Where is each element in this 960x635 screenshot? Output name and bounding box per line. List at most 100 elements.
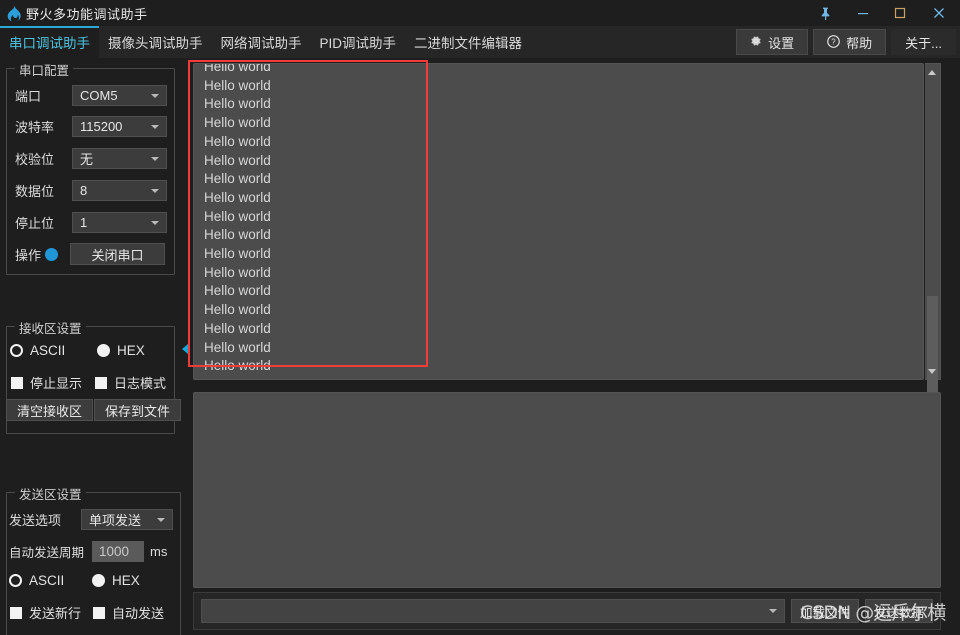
chevron-down-icon	[768, 609, 777, 613]
log-mode-checkbox[interactable]: 日志模式	[95, 373, 166, 392]
baudrate-combo[interactable]: 115200	[72, 116, 167, 137]
send-textarea[interactable]	[193, 392, 941, 588]
clear-receive-button[interactable]: 清空接收区	[6, 399, 93, 421]
receive-textarea[interactable]: Hello world Hello world Hello world Hell…	[193, 63, 924, 380]
receive-line: Hello world	[204, 339, 271, 355]
maximize-button[interactable]	[881, 0, 918, 26]
receive-line: Hello world	[204, 358, 271, 374]
auto-period-unit: ms	[150, 544, 168, 559]
databits-row: 数据位 8	[15, 180, 167, 201]
tab-binary-editor[interactable]: 二进制文件编辑器	[405, 26, 531, 58]
auto-send-checkbox[interactable]: 自动发送	[93, 603, 164, 622]
sidebar: 串口配置 端口 COM5 波特率 115200 校验位 无 数据位 8 停止位 …	[0, 58, 181, 635]
auto-send-label: 自动发送	[112, 606, 165, 621]
checkbox-indicator	[95, 376, 107, 389]
settings-button[interactable]: 设置	[736, 29, 809, 55]
about-label: 关于...	[905, 35, 942, 51]
port-row: 端口 COM5	[15, 85, 167, 106]
save-to-file-button[interactable]: 保存到文件	[94, 399, 181, 421]
toolbar-buttons: 设置 ? 帮助 关于...	[736, 29, 956, 55]
scroll-up-arrow-icon[interactable]	[925, 65, 939, 79]
log-mode-label: 日志模式	[114, 376, 167, 391]
load-file-label: 加载文件	[799, 605, 850, 620]
close-button[interactable]	[918, 0, 960, 26]
title-bar: 野火多功能调试助手	[0, 0, 960, 26]
port-value: COM5	[80, 88, 118, 103]
receive-scrollbar[interactable]	[925, 63, 941, 541]
tab-camera-debug[interactable]: 摄像头调试助手	[99, 26, 212, 58]
send-ascii-label: ASCII	[29, 573, 65, 588]
receive-settings-legend: 接收区设置	[15, 318, 86, 337]
receive-line: Hello world	[204, 227, 271, 243]
bottom-bar: 加载文件 发送数据	[193, 592, 941, 630]
tab-pid-debug[interactable]: PID调试助手	[311, 26, 406, 58]
databits-value: 8	[80, 183, 88, 198]
send-hex-radio[interactable]: HEX	[92, 573, 140, 588]
auto-period-label: 自动发送周期	[9, 546, 85, 560]
baudrate-value: 115200	[80, 119, 123, 134]
send-option-row: 发送选项 单项发送	[9, 509, 173, 530]
send-option-combo[interactable]: 单项发送	[81, 509, 173, 530]
load-file-button[interactable]: 加载文件	[790, 599, 859, 623]
triangle-left-icon[interactable]	[181, 342, 188, 356]
close-port-button[interactable]: 关闭串口	[70, 243, 165, 265]
checkbox-indicator	[10, 606, 22, 619]
pin-button[interactable]	[807, 0, 844, 26]
help-button[interactable]: ? 帮助	[813, 29, 887, 55]
receive-settings-group: 接收区设置 ASCII HEX 停止显示 日志模式 清空接收区 保存到文件	[6, 318, 181, 434]
scroll-down-arrow-icon[interactable]	[925, 364, 939, 378]
send-hex-label: HEX	[112, 573, 140, 588]
help-label: 帮助	[846, 35, 873, 51]
send-newline-label: 发送新行	[29, 606, 82, 621]
stopbits-value: 1	[80, 215, 88, 230]
send-ascii-radio[interactable]: ASCII	[9, 573, 64, 588]
tab-label: 串口调试助手	[9, 36, 90, 51]
port-label: 端口	[15, 89, 42, 104]
question-circle-icon: ?	[827, 34, 840, 50]
tab-serial-debug[interactable]: 串口调试助手	[0, 26, 99, 58]
tab-label: PID调试助手	[319, 36, 397, 51]
about-button[interactable]: 关于...	[891, 29, 956, 55]
tab-network-debug[interactable]: 网络调试助手	[212, 26, 311, 58]
radio-indicator	[10, 344, 23, 357]
send-option-value: 单项发送	[89, 513, 142, 528]
window-controls	[807, 0, 960, 26]
connection-status-indicator	[45, 247, 58, 261]
databits-combo[interactable]: 8	[72, 180, 167, 201]
application-window: 野火多功能调试助手 串口调试助手 摄像头调试助手 网络调试助手 PID调试助手 …	[0, 0, 960, 635]
minimize-button[interactable]	[844, 0, 881, 26]
send-settings-legend: 发送区设置	[15, 484, 86, 503]
parity-combo[interactable]: 无	[72, 148, 167, 169]
radio-indicator	[92, 574, 105, 587]
operation-label: 操作	[15, 247, 42, 263]
receive-line: Hello world	[204, 208, 271, 224]
send-data-button[interactable]: 发送数据	[864, 599, 933, 623]
stopbits-combo[interactable]: 1	[72, 212, 167, 233]
chevron-down-icon	[151, 188, 159, 193]
send-option-label: 发送选项	[9, 513, 62, 528]
receive-line: Hello world	[204, 63, 271, 74]
save-to-file-label: 保存到文件	[104, 403, 170, 419]
receive-hex-radio[interactable]: HEX	[97, 343, 145, 358]
auto-period-input[interactable]: 1000	[92, 541, 144, 562]
parity-value: 无	[80, 152, 94, 167]
tab-label: 网络调试助手	[220, 36, 302, 51]
tab-label: 摄像头调试助手	[108, 36, 203, 51]
radio-indicator	[97, 344, 110, 357]
port-combo[interactable]: COM5	[72, 85, 167, 106]
stop-display-checkbox[interactable]: 停止显示	[11, 373, 82, 392]
tab-label: 二进制文件编辑器	[414, 36, 523, 51]
receive-line: Hello world	[204, 320, 271, 336]
parity-row: 校验位 无	[15, 148, 167, 169]
send-settings-group: 发送区设置 发送选项 单项发送 自动发送周期 1000 ms ASCII HEX…	[6, 484, 181, 635]
window-title: 野火多功能调试助手	[26, 6, 148, 22]
auto-period-value: 1000	[99, 544, 130, 559]
close-port-label: 关闭串口	[91, 247, 144, 263]
receive-line: Hello world	[204, 133, 271, 149]
auto-period-row: 自动发送周期 1000 ms	[9, 541, 167, 562]
command-history-combo[interactable]	[201, 599, 785, 623]
tab-bar: 串口调试助手 摄像头调试助手 网络调试助手 PID调试助手 二进制文件编辑器 设…	[0, 26, 960, 58]
parity-label: 校验位	[15, 152, 55, 167]
send-newline-checkbox[interactable]: 发送新行	[10, 603, 81, 622]
receive-ascii-radio[interactable]: ASCII	[10, 343, 65, 358]
